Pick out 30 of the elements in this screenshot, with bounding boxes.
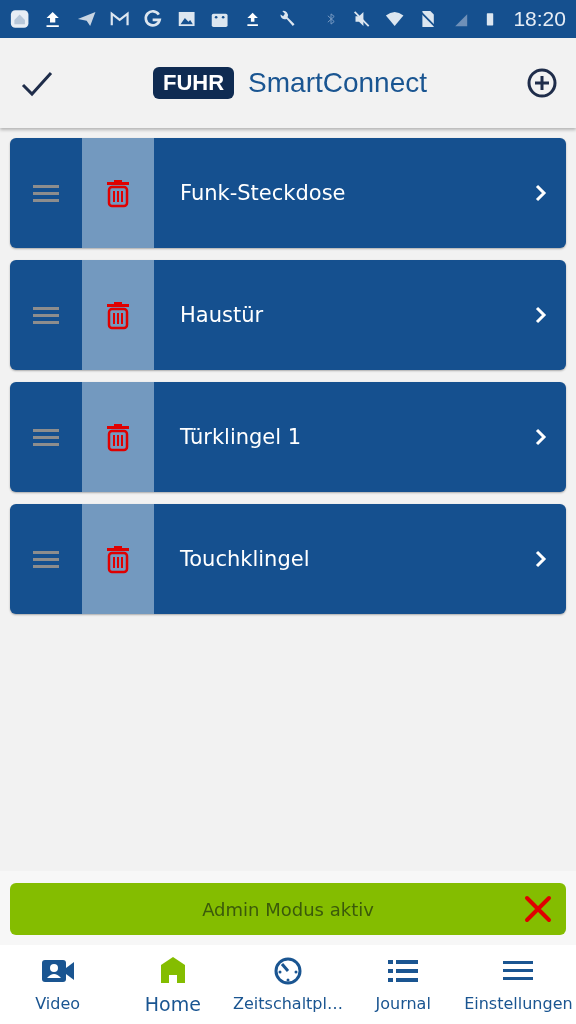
device-card[interactable]: Touchklingel [10,504,566,614]
nav-tab[interactable]: Zeitschaltpl… [230,945,346,1024]
device-name: Haustür [179,302,265,329]
add-icon[interactable] [526,67,558,99]
device-name: Funk-Steckdose [179,180,347,207]
trash-icon [105,178,131,208]
clock-time: 18:20 [513,7,566,31]
device-card[interactable]: Funk-Steckdose [10,138,566,248]
app-title: SmartConnect [248,67,428,99]
delete-button[interactable] [82,260,154,370]
delete-button[interactable] [82,138,154,248]
device-card[interactable]: Haustür [10,260,566,370]
device-name: Türklingel 1 [179,424,303,451]
checkmark-icon[interactable] [20,69,54,97]
trash-icon [105,422,131,452]
nav-tab[interactable]: Video [0,945,116,1024]
trash-icon [105,300,131,330]
trash-icon [105,544,131,574]
admin-mode-text: Admin Modus aktiv [202,898,374,920]
close-icon[interactable] [524,895,552,923]
device-name: Touchklingel [179,546,311,573]
brand-logo: FUHR [152,67,235,99]
delete-button[interactable] [82,504,154,614]
nav-tab[interactable]: Einstellungen [460,945,576,1024]
device-card[interactable]: Türklingel 1 [10,382,566,492]
app-icon [10,8,30,30]
delete-button[interactable] [82,382,154,492]
g-letter-icon [143,8,163,30]
nav-tab[interactable]: Journal [345,945,461,1024]
nav-tab[interactable]: Home [115,945,231,1024]
